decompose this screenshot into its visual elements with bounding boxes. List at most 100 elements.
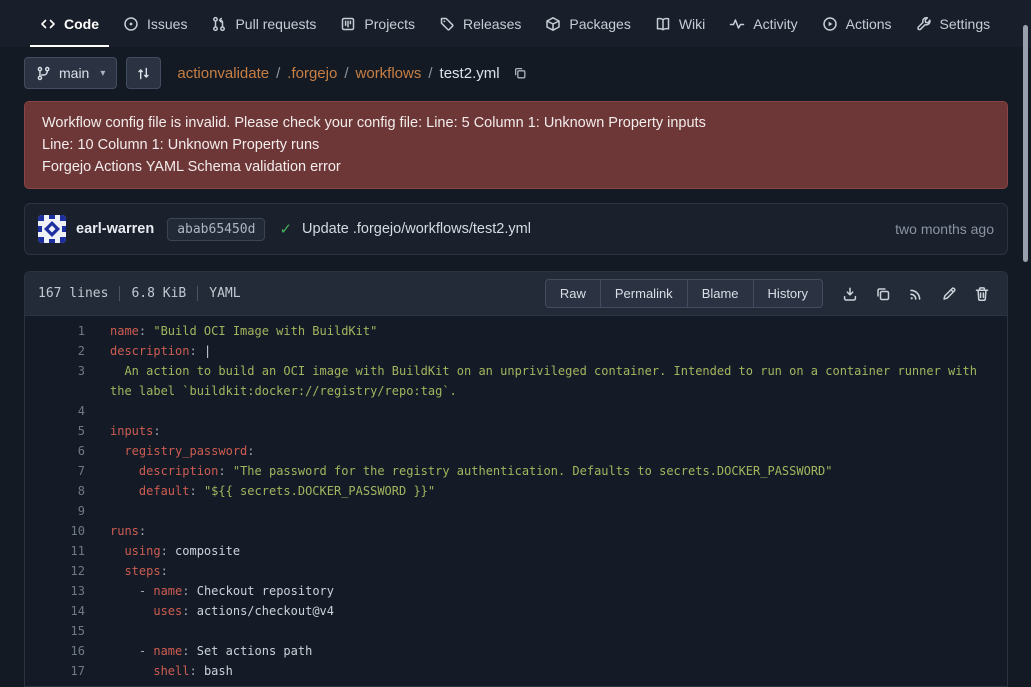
code-line: 16 - name: Set actions path (25, 641, 1007, 661)
line-number[interactable]: 6 (25, 441, 85, 461)
line-content: name: "Build OCI Image with BuildKit" (85, 321, 1007, 341)
commit-time: two months ago (895, 221, 994, 237)
code-line: 3 An action to build an OCI image with B… (25, 361, 1007, 401)
tab-activity[interactable]: Activity (717, 0, 809, 47)
line-content: - name: Checkout repository (85, 581, 1007, 601)
workflow-error-banner: Workflow config file is invalid. Please … (24, 101, 1008, 189)
pulse-icon (729, 16, 745, 32)
line-content: steps: (85, 561, 1007, 581)
latest-commit-bar: earl-warren abab65450d ✓ Update .forgejo… (24, 203, 1008, 255)
line-content (85, 501, 1007, 521)
breadcrumb-separator: / (276, 65, 280, 82)
page-scrollbar-thumb[interactable] (1023, 25, 1028, 262)
code-line: 4 (25, 401, 1007, 421)
permalink-button[interactable]: Permalink (601, 279, 688, 308)
tab-label: Projects (364, 16, 415, 32)
line-number[interactable]: 15 (25, 621, 85, 641)
code-line: 9 (25, 501, 1007, 521)
line-number[interactable]: 9 (25, 501, 85, 521)
branch-selector-button[interactable]: main ▾ (24, 57, 117, 89)
tab-label: Packages (569, 16, 630, 32)
line-content: shell: bash (85, 661, 1007, 681)
code-line: 14 uses: actions/checkout@v4 (25, 601, 1007, 621)
pencil-icon[interactable] (941, 286, 957, 302)
line-number[interactable]: 8 (25, 481, 85, 501)
code-icon (40, 16, 56, 32)
line-number[interactable]: 12 (25, 561, 85, 581)
code-line: 15 (25, 621, 1007, 641)
compare-branches-button[interactable] (126, 57, 161, 89)
code-line: 13 - name: Checkout repository (25, 581, 1007, 601)
file-tool-icons (842, 286, 990, 302)
code-line: 17 shell: bash (25, 661, 1007, 681)
tab-projects[interactable]: Projects (328, 0, 427, 47)
breadcrumb-repo-link[interactable]: actionvalidate (177, 65, 269, 82)
line-number[interactable]: 3 (25, 361, 85, 401)
file-header: 167 lines 6.8 KiB YAML Raw Permalink Bla… (25, 272, 1007, 316)
error-line: Workflow config file is invalid. Please … (42, 112, 990, 134)
line-number[interactable]: 17 (25, 661, 85, 681)
blame-button[interactable]: Blame (688, 279, 754, 308)
code-lines: 1name: "Build OCI Image with BuildKit"2d… (25, 321, 1007, 681)
git-branch-icon (36, 66, 51, 81)
code-line: 2description: | (25, 341, 1007, 361)
line-number[interactable]: 5 (25, 421, 85, 441)
tab-label: Releases (463, 16, 521, 32)
raw-button[interactable]: Raw (545, 279, 601, 308)
breadcrumb-separator: / (428, 65, 432, 82)
code-line: 1name: "Build OCI Image with BuildKit" (25, 321, 1007, 341)
error-line: Forgejo Actions YAML Schema validation e… (42, 156, 990, 178)
line-number[interactable]: 1 (25, 321, 85, 341)
trash-icon[interactable] (974, 286, 990, 302)
commit-hash-badge[interactable]: abab65450d (167, 218, 265, 241)
tab-settings[interactable]: Settings (904, 0, 1003, 47)
file-navigation-row: main ▾ actionvalidate / .forgejo / workf… (24, 57, 1008, 89)
error-line: Line: 10 Column 1: Unknown Property runs (42, 134, 990, 156)
tab-label: Code (64, 16, 99, 32)
file-size: 6.8 KiB (131, 286, 186, 301)
line-content: description: | (85, 341, 1007, 361)
file-meta: 167 lines 6.8 KiB YAML (38, 286, 241, 301)
tab-actions[interactable]: Actions (810, 0, 904, 47)
avatar[interactable] (38, 215, 66, 243)
download-icon[interactable] (842, 286, 858, 302)
file-view-button-group: Raw Permalink Blame History (545, 279, 823, 308)
commit-author[interactable]: earl-warren (76, 221, 154, 237)
line-number[interactable]: 14 (25, 601, 85, 621)
line-number[interactable]: 4 (25, 401, 85, 421)
line-content: registry_password: (85, 441, 1007, 461)
tab-code[interactable]: Code (28, 0, 111, 47)
line-number[interactable]: 11 (25, 541, 85, 561)
line-content: uses: actions/checkout@v4 (85, 601, 1007, 621)
rss-icon[interactable] (908, 286, 924, 302)
line-content: An action to build an OCI image with Bui… (85, 361, 1007, 401)
line-number[interactable]: 13 (25, 581, 85, 601)
breadcrumb-dir-link-workflows[interactable]: workflows (356, 65, 422, 82)
line-number[interactable]: 10 (25, 521, 85, 541)
copy-path-icon[interactable] (513, 66, 527, 80)
copy-icon[interactable] (875, 286, 891, 302)
tab-wiki[interactable]: Wiki (643, 0, 717, 47)
tab-packages[interactable]: Packages (533, 0, 642, 47)
book-icon (655, 16, 671, 32)
line-number[interactable]: 7 (25, 461, 85, 481)
tag-icon (439, 16, 455, 32)
file-actions: Raw Permalink Blame History (545, 279, 994, 308)
line-content (85, 621, 1007, 641)
line-content: runs: (85, 521, 1007, 541)
history-button[interactable]: History (754, 279, 823, 308)
line-number[interactable]: 16 (25, 641, 85, 661)
tab-pull-requests[interactable]: Pull requests (199, 0, 328, 47)
breadcrumb: actionvalidate / .forgejo / workflows / … (177, 65, 526, 82)
code-line: 11 using: composite (25, 541, 1007, 561)
tab-releases[interactable]: Releases (427, 0, 533, 47)
tab-label: Wiki (679, 16, 705, 32)
wrench-icon (916, 16, 932, 32)
package-cube-icon (545, 16, 561, 32)
line-number[interactable]: 2 (25, 341, 85, 361)
play-circle-icon (822, 16, 838, 32)
line-content: default: "${{ secrets.DOCKER_PASSWORD }}… (85, 481, 1007, 501)
tab-issues[interactable]: Issues (111, 0, 199, 47)
commit-message-link[interactable]: Update .forgejo/workflows/test2.yml (302, 221, 531, 237)
breadcrumb-dir-link-forgejo[interactable]: .forgejo (287, 65, 337, 82)
